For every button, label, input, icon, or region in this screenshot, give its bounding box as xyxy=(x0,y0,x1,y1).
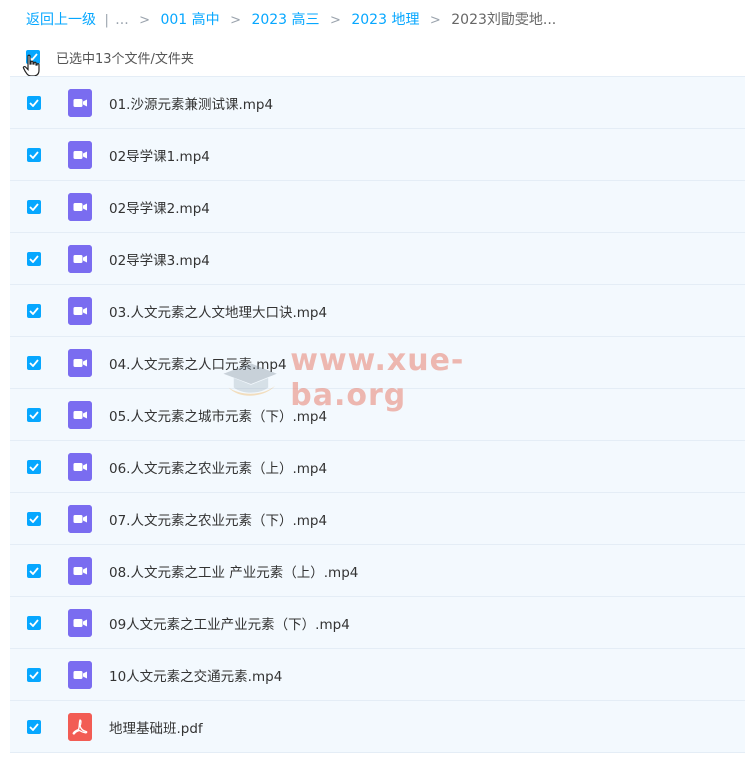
file-checkbox[interactable] xyxy=(27,459,41,474)
file-row[interactable]: 10人文元素之交通元素.mp4 xyxy=(10,649,745,701)
breadcrumb-item[interactable]: 001 高中 xyxy=(160,12,219,28)
file-name[interactable]: 地理基础班.pdf xyxy=(109,717,203,737)
file-name[interactable]: 07.人文元素之农业元素（下）.mp4 xyxy=(109,509,327,529)
checkmark-icon xyxy=(29,202,39,211)
video-file-icon xyxy=(68,244,92,273)
checkmark-icon xyxy=(29,98,39,107)
checkmark-icon xyxy=(29,722,39,731)
file-checkbox[interactable] xyxy=(27,719,41,734)
breadcrumb-item[interactable]: 2023 地理 xyxy=(351,12,419,28)
file-row[interactable]: 08.人文元素之工业 产业元素（上）.mp4 xyxy=(10,545,745,597)
file-name[interactable]: 02导学课2.mp4 xyxy=(109,197,210,217)
breadcrumb-ellipsis[interactable]: ... xyxy=(115,12,128,28)
file-checkbox[interactable] xyxy=(27,251,41,266)
checkmark-icon xyxy=(29,410,39,419)
checkmark-icon xyxy=(29,618,39,627)
file-checkbox[interactable] xyxy=(27,667,41,682)
file-name[interactable]: 05.人文元素之城市元素（下）.mp4 xyxy=(109,405,327,425)
file-checkbox[interactable] xyxy=(27,615,41,630)
file-row[interactable]: 05.人文元素之城市元素（下）.mp4 xyxy=(10,389,745,441)
file-name[interactable]: 09人文元素之工业产业元素（下）.mp4 xyxy=(109,613,350,633)
file-name[interactable]: 08.人文元素之工业 产业元素（上）.mp4 xyxy=(109,561,358,581)
file-name[interactable]: 01.沙源元素兼测试课.mp4 xyxy=(109,93,273,113)
video-file-icon xyxy=(68,296,92,325)
video-file-icon xyxy=(68,660,92,689)
selection-count: 已选中13个文件/文件夹 xyxy=(56,51,194,67)
checkmark-icon xyxy=(29,514,39,523)
file-checkbox[interactable] xyxy=(27,407,41,422)
video-file-icon xyxy=(68,556,92,585)
checkmark-icon xyxy=(29,670,39,679)
video-file-icon xyxy=(68,88,92,117)
file-name[interactable]: 02导学课3.mp4 xyxy=(109,249,210,269)
file-name[interactable]: 02导学课1.mp4 xyxy=(109,145,210,165)
file-checkbox[interactable] xyxy=(27,355,41,370)
back-link[interactable]: 返回上一级 xyxy=(26,12,96,28)
checkmark-icon xyxy=(29,306,39,315)
file-row[interactable]: 地理基础班.pdf xyxy=(10,701,745,753)
file-row[interactable]: 02导学课2.mp4 xyxy=(10,181,745,233)
video-file-icon xyxy=(68,608,92,637)
checkmark-icon xyxy=(29,566,39,575)
pdf-file-icon xyxy=(68,712,92,741)
file-row[interactable]: 01.沙源元素兼测试课.mp4 xyxy=(10,76,745,129)
file-row[interactable]: 03.人文元素之人文地理大口诀.mp4 xyxy=(10,285,745,337)
file-row[interactable]: 02导学课1.mp4 xyxy=(10,129,745,181)
file-row[interactable]: 07.人文元素之农业元素（下）.mp4 xyxy=(10,493,745,545)
file-name[interactable]: 03.人文元素之人文地理大口诀.mp4 xyxy=(109,301,327,321)
file-name[interactable]: 04.人文元素之人口元素.mp4 xyxy=(109,353,287,373)
file-checkbox[interactable] xyxy=(27,147,41,162)
chevron-right-icon: > xyxy=(139,13,151,28)
breadcrumb: 返回上一级 | ... > 001 高中 > 2023 高三 > 2023 地理… xyxy=(26,10,556,30)
chevron-right-icon: > xyxy=(230,13,241,28)
file-checkbox[interactable] xyxy=(27,303,41,318)
chevron-right-icon: > xyxy=(429,13,441,28)
hand-cursor-icon xyxy=(22,54,40,77)
breadcrumb-item[interactable]: 2023 高三 xyxy=(251,12,319,28)
checkmark-icon xyxy=(29,462,39,471)
video-file-icon xyxy=(68,348,92,377)
video-file-icon xyxy=(68,452,92,481)
file-row[interactable]: 04.人文元素之人口元素.mp4 xyxy=(10,337,745,389)
checkmark-icon xyxy=(29,358,39,367)
file-checkbox[interactable] xyxy=(27,511,41,526)
file-name[interactable]: 06.人文元素之农业元素（上）.mp4 xyxy=(109,457,327,477)
file-checkbox[interactable] xyxy=(27,95,41,110)
video-file-icon xyxy=(68,140,92,169)
video-file-icon xyxy=(68,400,92,429)
file-list: 01.沙源元素兼测试课.mp4 02导学课1.mp4 02导学课2.mp4 02导学课… xyxy=(10,76,745,753)
file-checkbox[interactable] xyxy=(27,563,41,578)
file-name[interactable]: 10人文元素之交通元素.mp4 xyxy=(109,665,282,685)
breadcrumb-divider: | xyxy=(104,13,109,28)
checkmark-icon xyxy=(29,150,39,159)
video-file-icon xyxy=(68,504,92,533)
file-row[interactable]: 06.人文元素之农业元素（上）.mp4 xyxy=(10,441,745,493)
breadcrumb-current: 2023刘勖雯地... xyxy=(451,12,557,28)
selection-bar: 已选中13个文件/文件夹 xyxy=(26,46,194,68)
file-checkbox[interactable] xyxy=(27,199,41,214)
video-file-icon xyxy=(68,192,92,221)
file-row[interactable]: 09人文元素之工业产业元素（下）.mp4 xyxy=(10,597,745,649)
chevron-right-icon: > xyxy=(330,13,341,28)
checkmark-icon xyxy=(29,254,39,263)
file-row[interactable]: 02导学课3.mp4 xyxy=(10,233,745,285)
